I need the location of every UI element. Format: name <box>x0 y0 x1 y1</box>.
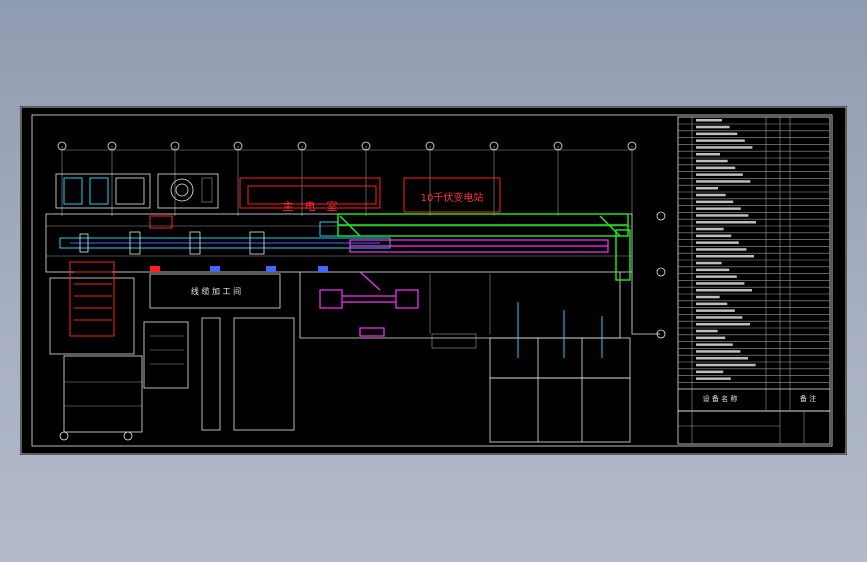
table-row-text-mark <box>696 275 737 278</box>
table-row-text-mark <box>696 343 733 346</box>
table-row-text-mark <box>696 261 722 265</box>
table-row-text-mark <box>696 336 726 340</box>
cyan-racks <box>429 274 603 358</box>
table-row-text-mark <box>696 316 743 319</box>
table-row-text-mark <box>696 153 720 156</box>
table-row-text-mark <box>696 289 752 292</box>
table-row-text-mark <box>696 221 756 224</box>
cad-drawing-sheet[interactable]: 主 电 室 10千伏变电站 线 缆 加 工 间 设 备 名 称 备 注 <box>20 106 847 455</box>
table-row-text-mark <box>696 187 718 190</box>
table-remark-header: 备 注 <box>800 394 816 403</box>
main-room-label: 主 电 室 <box>283 199 338 213</box>
table-row-text-mark <box>696 282 745 285</box>
table-row-text-mark <box>696 234 732 238</box>
table-row-text-mark <box>696 207 741 210</box>
table-row-text-mark <box>696 363 756 367</box>
table-row-text-mark <box>696 268 730 272</box>
table-row-text-mark <box>696 119 722 122</box>
table-row-text-mark <box>696 227 724 231</box>
process-line <box>59 221 391 272</box>
table-row-text-mark <box>696 125 730 129</box>
table-row-text-mark <box>696 370 724 374</box>
table-row-text-mark <box>696 329 718 333</box>
table-row-text-mark <box>696 302 728 306</box>
table-row-text-mark <box>696 146 753 149</box>
left-equipment <box>55 173 219 229</box>
table-row-text-mark <box>696 166 736 170</box>
table-row-text-mark <box>696 241 739 244</box>
table-row-text-mark <box>696 180 751 183</box>
floor-plan-drawing: 主 电 室 10千伏变电站 线 缆 加 工 间 设 备 名 称 备 注 <box>20 106 847 455</box>
table-row-text-mark <box>696 255 754 258</box>
table-row-text-mark <box>696 309 735 312</box>
green-conveyor <box>337 213 631 281</box>
table-row-text-mark <box>696 193 726 197</box>
left-switchgear <box>49 261 295 433</box>
table-row-text-mark <box>696 200 734 204</box>
table-row-text-mark <box>696 377 731 380</box>
table-row-text-mark <box>696 248 747 251</box>
grid-axes <box>57 141 666 441</box>
table-row-lines <box>678 119 830 383</box>
wire-workshop-label: 线 缆 加 工 间 <box>191 286 241 296</box>
magenta-cranes <box>319 239 609 337</box>
table-row-text-mark <box>696 214 749 217</box>
table-row-text-mark <box>696 350 741 353</box>
table-row-text-mark <box>696 139 745 142</box>
pv-station-label: 10千伏变电站 <box>421 191 484 204</box>
table-row-text-mark <box>696 159 728 163</box>
table-row-text-mark <box>696 132 738 136</box>
table-row-text-mark <box>696 357 748 360</box>
table-row-text-mark <box>696 173 743 176</box>
wire-workshop: 线 缆 加 工 间 <box>149 273 281 309</box>
table-name-header: 设 备 名 称 <box>703 394 738 403</box>
table-row-text-mark <box>696 323 750 326</box>
table-row-text-mark <box>696 295 720 299</box>
red-rooms: 主 电 室 10千伏变电站 <box>239 177 501 213</box>
